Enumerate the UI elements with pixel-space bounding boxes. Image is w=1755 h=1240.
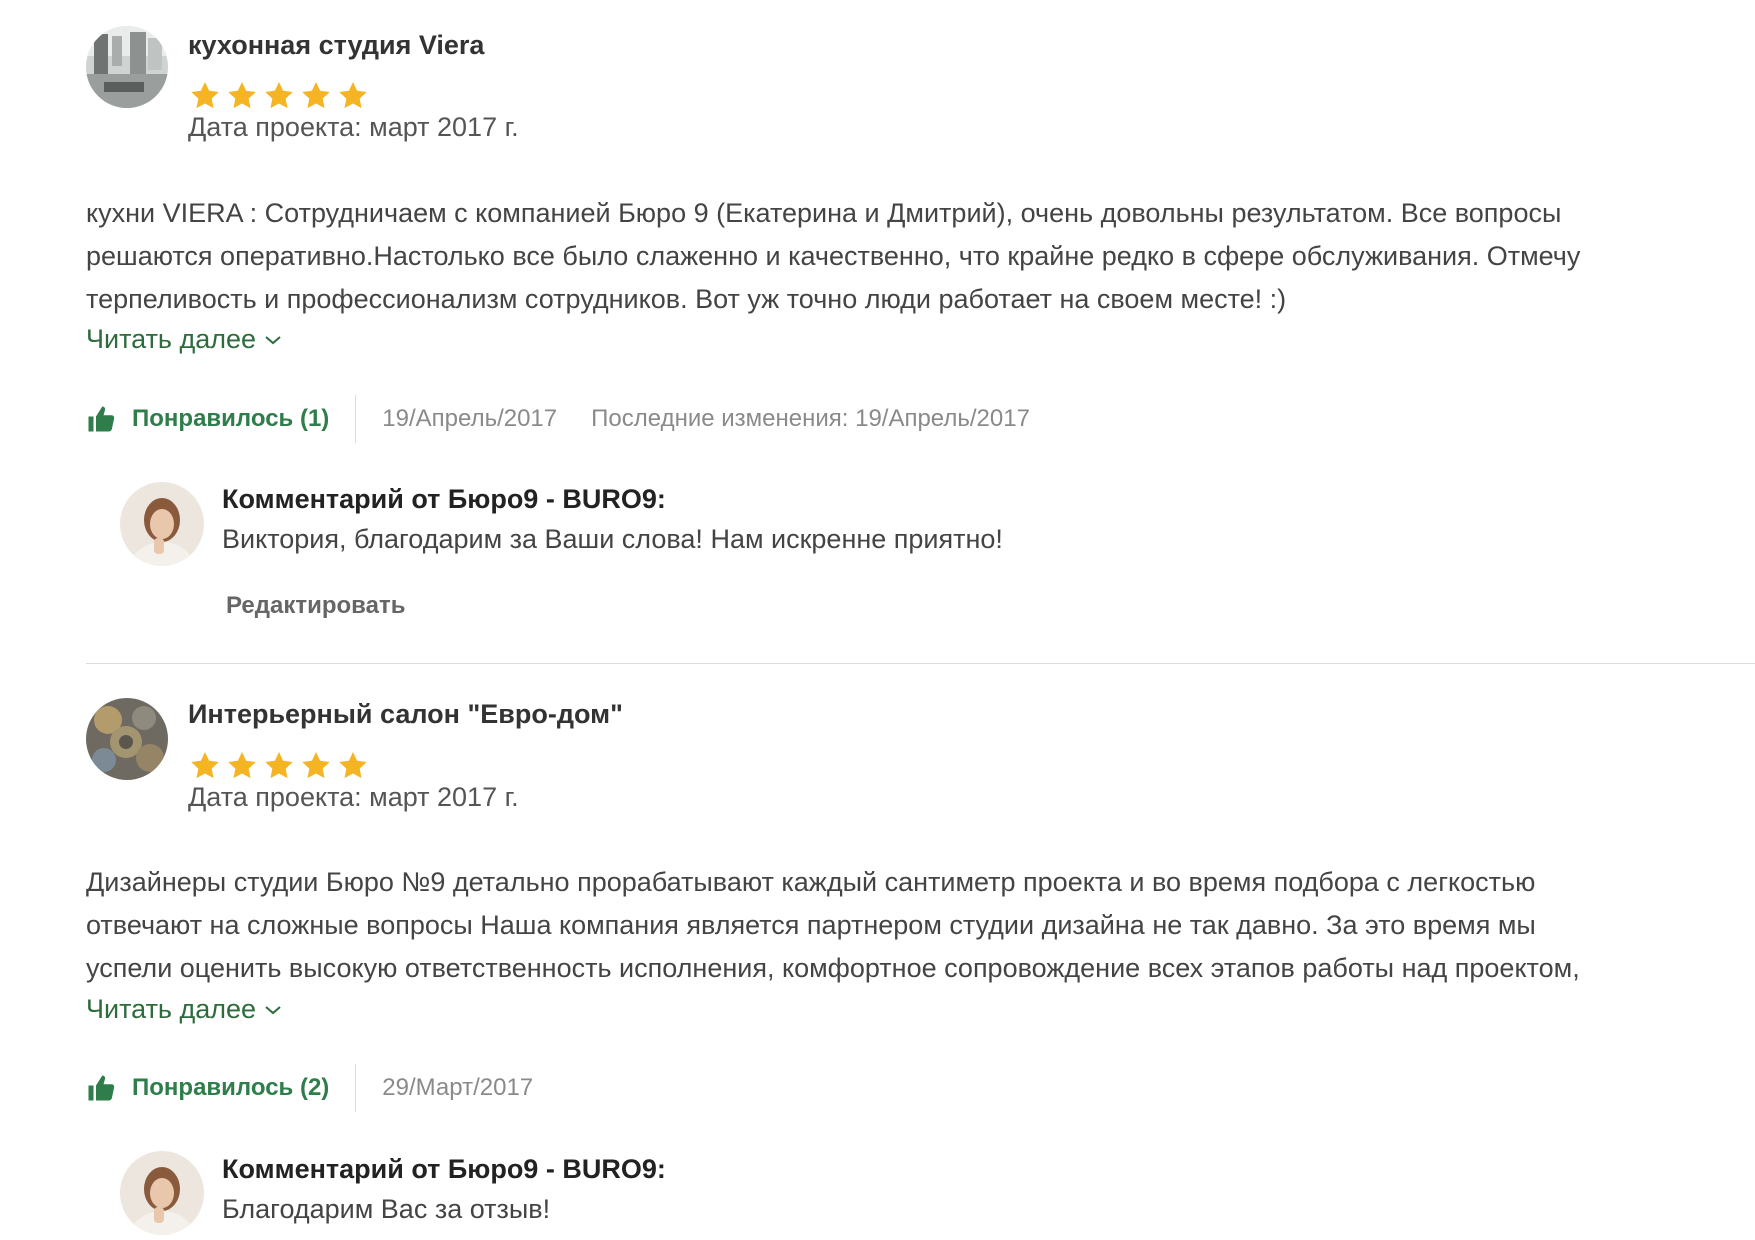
rating-stars — [188, 750, 370, 782]
review-text-line: кухни VIERA : Сотрудничаем с компанией Б… — [86, 198, 1562, 228]
review-date: 29/Март/2017 — [382, 1074, 534, 1101]
reviewer-avatar[interactable] — [86, 698, 168, 780]
star-icon — [336, 80, 370, 112]
star-icon — [299, 750, 333, 782]
thumbs-up-icon — [88, 1075, 115, 1101]
star-icon — [225, 750, 259, 782]
review-text-line: решаются оперативно.Настолько все было с… — [86, 241, 1581, 271]
read-more-link[interactable]: Читать далее — [86, 994, 282, 1025]
read-more-link[interactable]: Читать далее — [86, 324, 282, 355]
review-text-line: терпеливость и профессионализм сотрудник… — [86, 284, 1287, 314]
like-label: Понравилось (2) — [132, 1074, 330, 1101]
read-more-label: Читать далее — [86, 994, 257, 1024]
star-icon — [262, 750, 296, 782]
like-button[interactable]: Понравилось (1) — [86, 404, 355, 434]
edit-reply-link[interactable]: Редактировать — [226, 592, 405, 620]
review-text-line: Дизайнеры студии Бюро №9 детально прораб… — [86, 867, 1536, 897]
like-button[interactable]: Понравилось (2) — [86, 1073, 355, 1103]
reply-text: Виктория, благодарим за Ваши слова! Нам … — [222, 524, 1003, 554]
review-text: Дизайнеры студии Бюро №9 детально прораб… — [86, 861, 1746, 990]
review-meta: Понравилось (2) 29/Март/2017 — [86, 1064, 533, 1112]
review-text-line: отвечают на сложные вопросы Наша компани… — [86, 910, 1536, 940]
reply-text: Благодарим Вас за отзыв! — [222, 1194, 551, 1224]
star-icon — [188, 750, 222, 782]
thumbs-up-icon — [88, 406, 115, 432]
rating-stars — [188, 80, 370, 112]
reply-avatar — [120, 1151, 204, 1235]
reviewer-name[interactable]: кухонная студия Viera — [188, 30, 484, 61]
reviewer-avatar[interactable] — [86, 26, 168, 108]
divider — [355, 1064, 357, 1112]
reply-title: Комментарий от Бюро9 - BURO9: — [222, 484, 666, 514]
chevron-down-icon — [265, 1005, 281, 1014]
star-icon — [225, 80, 259, 112]
divider — [355, 395, 357, 443]
star-icon — [336, 750, 370, 782]
read-more-label: Читать далее — [86, 324, 257, 354]
reviewer-name[interactable]: Интерьерный салон "Евро-дом" — [188, 699, 623, 730]
star-icon — [262, 80, 296, 112]
reply-title: Комментарий от Бюро9 - BURO9: — [222, 1154, 666, 1184]
review-meta: Понравилось (1) 19/Апрель/2017 Последние… — [86, 395, 1030, 443]
review-divider — [86, 663, 1755, 664]
star-icon — [188, 80, 222, 112]
reply-avatar — [120, 482, 204, 566]
star-icon — [299, 80, 333, 112]
review-date: 19/Апрель/2017 — [382, 405, 558, 432]
chevron-down-icon — [265, 335, 281, 344]
project-date: Дата проекта: март 2017 г. — [188, 112, 519, 142]
review-text: кухни VIERA : Сотрудничаем с компанией Б… — [86, 192, 1746, 321]
project-date: Дата проекта: март 2017 г. — [188, 782, 519, 812]
last-modified: Последние изменения: 19/Апрель/2017 — [591, 405, 1030, 432]
review-text-line: успели оценить высокую ответственность и… — [86, 953, 1580, 983]
like-label: Понравилось (1) — [132, 405, 330, 432]
